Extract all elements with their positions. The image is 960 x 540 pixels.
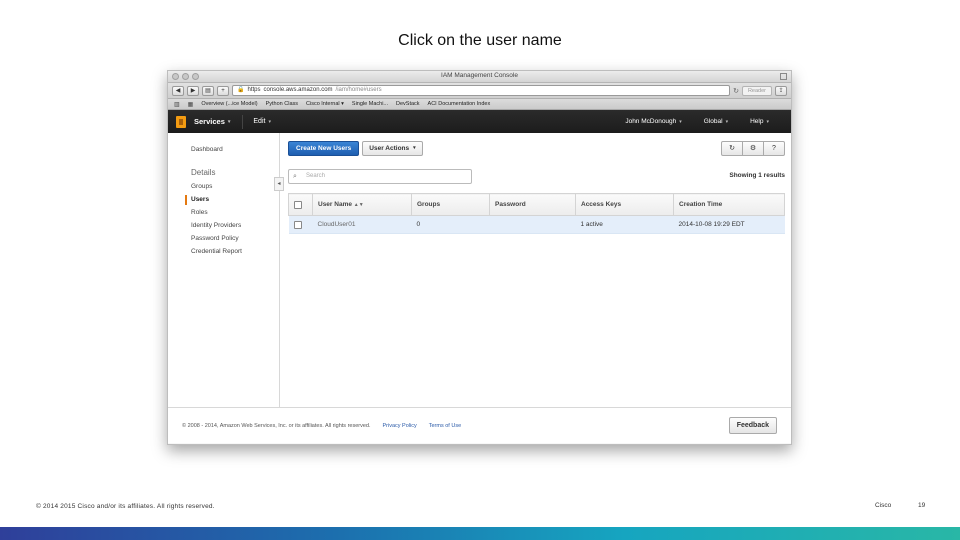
terms-of-use-link[interactable]: Terms of Use — [429, 423, 461, 429]
console-copyright: © 2008 - 2014, Amazon Web Services, Inc.… — [182, 422, 371, 429]
services-label: Services — [194, 117, 225, 126]
search-icon: ⌕ — [293, 173, 297, 180]
account-menu[interactable]: John McDonough ▾ — [625, 118, 681, 125]
gear-icon[interactable]: ⚙ — [742, 141, 764, 156]
column-header-user-name[interactable]: User Name ▲▼ — [312, 193, 412, 216]
console-footer: © 2008 - 2014, Amazon Web Services, Inc.… — [168, 407, 791, 443]
creation-time-cell: 2014-10-08 19:29 EDT — [673, 215, 785, 234]
sidebar-item-roles[interactable]: Roles — [168, 206, 279, 219]
table-tools: ↻ ⚙ ? — [721, 141, 785, 156]
sidebar-item-identity-providers[interactable]: Identity Providers — [168, 219, 279, 232]
sidebar-item-users[interactable]: Users — [168, 193, 279, 206]
row-select-cell[interactable] — [288, 215, 313, 234]
url-scheme: https — [247, 87, 261, 93]
help-icon[interactable]: ? — [763, 141, 785, 156]
search-placeholder: Search — [306, 173, 326, 179]
privacy-policy-link[interactable]: Privacy Policy — [383, 423, 417, 429]
region-menu[interactable]: Global ▾ — [704, 118, 728, 125]
window-titlebar: IAM Management Console — [168, 71, 791, 83]
select-all-checkbox[interactable] — [294, 200, 302, 209]
services-menu[interactable]: Services ▾ — [194, 117, 230, 126]
slide-title: Click on the user name — [398, 32, 562, 49]
table-row[interactable]: CloudUser01 0 1 active 2014-10-08 19:29 … — [288, 215, 785, 234]
user-name-cell[interactable]: CloudUser01 — [312, 215, 412, 234]
url-host: console.aws.amazon.com — [263, 87, 333, 93]
row-checkbox[interactable] — [293, 220, 302, 229]
column-header-access-keys[interactable]: Access Keys — [575, 193, 674, 216]
results-count: Showing 1 results — [729, 172, 785, 179]
user-actions-label: User Actions — [369, 145, 410, 152]
users-table: User Name ▲▼ Groups Password Access Keys… — [288, 193, 785, 234]
grid-icon[interactable]: ▦ — [188, 101, 194, 108]
sort-icon: ▲▼ — [353, 202, 364, 208]
access-keys-cell: 1 active — [575, 215, 674, 234]
slide-copyright: © 2014 2015 Cisco and/or its affiliates.… — [36, 503, 215, 510]
lock-icon: 🔒 — [237, 87, 245, 93]
back-button[interactable]: ◀ — [172, 85, 184, 96]
share-icon[interactable]: ⇪ — [775, 85, 787, 96]
slide-bottom-bar — [0, 527, 960, 540]
edit-label: Edit — [253, 118, 266, 125]
feedback-button[interactable]: Feedback — [728, 417, 777, 434]
user-actions-button[interactable]: User Actions ▾ — [362, 141, 423, 156]
chevron-down-icon: ▾ — [413, 145, 416, 151]
bookmark-item[interactable]: Cisco Internal ▾ — [306, 101, 344, 107]
window-title: IAM Management Console — [441, 72, 518, 79]
bookmark-item[interactable]: DevStack — [396, 101, 420, 107]
help-menu[interactable]: Help ▾ — [750, 118, 769, 125]
groups-cell: 0 — [411, 215, 490, 234]
region-label: Global — [703, 118, 723, 125]
console-body: Dashboard Details Groups Users Roles Ide… — [168, 133, 791, 407]
url-path: /iam/home#users — [335, 87, 382, 93]
create-new-users-button[interactable]: Create New Users — [288, 141, 360, 156]
bookmark-item[interactable]: Overview (...ice Model) — [201, 101, 257, 107]
sidebar-item-groups[interactable]: Groups — [168, 180, 279, 193]
sidebar-header-details: Details — [191, 168, 216, 177]
browser-toolbar: ◀ ▶ ▤ + 🔒 https console.aws.amazon.com/i… — [168, 83, 791, 99]
page-number: 19 — [918, 502, 926, 509]
refresh-icon[interactable]: ↻ — [721, 141, 743, 156]
bookmark-item[interactable]: Python Class — [266, 101, 298, 107]
book-icon[interactable]: ▥ — [174, 101, 180, 108]
aws-logo-icon[interactable] — [176, 115, 186, 128]
forward-button[interactable]: ▶ — [187, 85, 199, 96]
bookmark-item[interactable]: ACI Documentation Index — [428, 101, 491, 107]
bookmarks-bar: ▥ ▦ Overview (...ice Model) Python Class… — [168, 99, 791, 110]
select-all-header[interactable] — [288, 193, 313, 216]
table-header-row: User Name ▲▼ Groups Password Access Keys… — [288, 193, 785, 216]
edit-menu[interactable]: Edit ▾ — [253, 118, 271, 125]
browser-screenshot: IAM Management Console ◀ ▶ ▤ + 🔒 https c… — [167, 70, 792, 445]
help-label: Help — [750, 118, 764, 125]
sidebar-toggle-icon[interactable]: ▤ — [202, 85, 214, 96]
search-input[interactable]: ⌕ Search — [288, 169, 472, 184]
aws-top-nav: Services ▾ Edit ▾ John McDonough ▾ Globa… — [168, 110, 791, 133]
sidebar-item-credential-report[interactable]: Credential Report — [168, 245, 279, 258]
address-bar[interactable]: 🔒 https console.aws.amazon.com/iam/home#… — [232, 85, 731, 96]
chevron-down-icon: ▾ — [679, 118, 682, 125]
users-panel: Create New Users User Actions ▾ ↻ ⚙ ? ⌕ … — [280, 133, 791, 407]
column-header-password[interactable]: Password — [489, 193, 576, 216]
company-label: Cisco — [875, 502, 892, 509]
fullscreen-icon[interactable] — [780, 73, 787, 80]
password-cell — [489, 215, 576, 234]
sidebar: Dashboard Details Groups Users Roles Ide… — [168, 133, 284, 407]
nav-divider — [242, 114, 244, 129]
chevron-down-icon: ▾ — [766, 118, 769, 125]
sidebar-item-dashboard[interactable]: Dashboard — [168, 143, 279, 156]
reader-button[interactable]: Reader — [741, 85, 772, 96]
reload-icon[interactable]: ↻ — [733, 87, 739, 95]
chevron-down-icon: ▾ — [725, 118, 729, 125]
chevron-down-icon: ▾ — [227, 118, 231, 125]
new-tab-icon[interactable]: + — [217, 85, 229, 96]
column-header-groups[interactable]: Groups — [411, 193, 490, 216]
chevron-down-icon: ▾ — [268, 118, 271, 125]
sidebar-item-password-policy[interactable]: Password Policy — [168, 232, 279, 245]
account-label: John McDonough — [625, 118, 677, 125]
column-label: User Name — [318, 201, 352, 208]
bookmark-item[interactable]: Single Machi... — [352, 101, 388, 107]
column-header-creation-time[interactable]: Creation Time — [673, 193, 785, 216]
